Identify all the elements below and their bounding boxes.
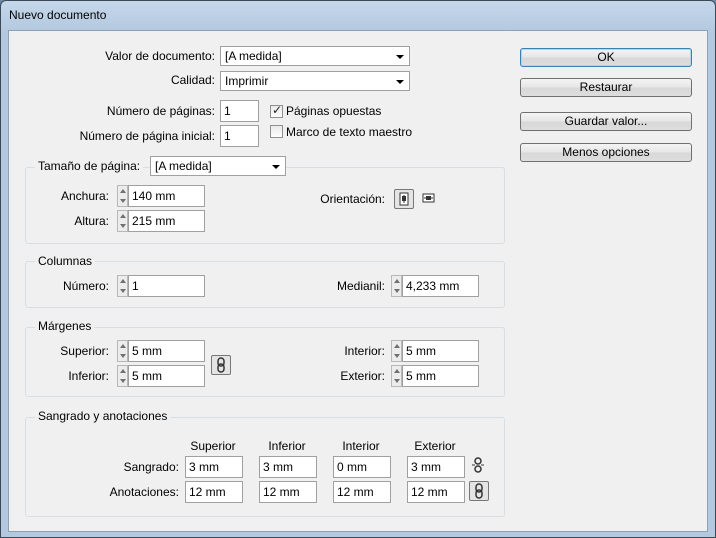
margin-top-stepper[interactable] bbox=[117, 340, 128, 362]
chain-link-icon[interactable] bbox=[469, 481, 489, 501]
facing-pages-checkbox[interactable]: ✓ bbox=[270, 103, 283, 118]
columns-number-stepper[interactable] bbox=[117, 275, 128, 297]
gutter-label: Medianil: bbox=[336, 279, 385, 293]
width-input[interactable]: 140 mm bbox=[128, 185, 205, 207]
bleed-top-value: 3 mm bbox=[189, 460, 219, 474]
margin-top-value: 5 mm bbox=[132, 344, 162, 358]
chevron-down-icon bbox=[272, 165, 280, 169]
margin-top-label: Superior: bbox=[60, 344, 109, 358]
columns-number-input[interactable]: 1 bbox=[128, 275, 205, 297]
document-preset-dropdown[interactable]: [A medida] bbox=[220, 46, 410, 66]
broken-chain-link-icon[interactable] bbox=[469, 456, 489, 476]
ok-button[interactable]: OK bbox=[520, 48, 692, 67]
bleed-header-outside: Exterior bbox=[414, 439, 456, 453]
slug-outside-input[interactable]: 12 mm bbox=[407, 481, 465, 503]
bleed-header-bottom: Inferior bbox=[268, 439, 306, 453]
bleed-slug-title: Sangrado y anotaciones bbox=[35, 408, 171, 424]
height-input[interactable]: 215 mm bbox=[128, 210, 205, 232]
intent-value: Imprimir bbox=[225, 74, 269, 88]
width-stepper[interactable] bbox=[117, 185, 128, 207]
save-preset-button[interactable]: Guardar valor... bbox=[520, 112, 692, 131]
height-value: 215 mm bbox=[132, 214, 176, 228]
page-size-dropdown[interactable]: [A medida] bbox=[150, 156, 286, 176]
document-preset-value: [A medida] bbox=[225, 49, 282, 63]
bleed-outside-value: 3 mm bbox=[411, 460, 441, 474]
master-text-frame-checkbox[interactable] bbox=[270, 125, 283, 138]
chevron-down-icon bbox=[396, 80, 404, 84]
chain-link-icon[interactable] bbox=[211, 355, 231, 375]
width-value: 140 mm bbox=[132, 189, 176, 203]
slug-bottom-input[interactable]: 12 mm bbox=[259, 481, 317, 503]
fewer-options-button[interactable]: Menos opciones bbox=[520, 143, 692, 162]
gutter-stepper[interactable] bbox=[391, 275, 402, 297]
bleed-top-input[interactable]: 3 mm bbox=[185, 456, 243, 478]
title-bar[interactable]: Nuevo documento bbox=[1, 1, 715, 29]
margin-inside-stepper[interactable] bbox=[391, 340, 402, 362]
orientation-label: Orientación: bbox=[320, 192, 385, 206]
bleed-bottom-value: 3 mm bbox=[263, 460, 293, 474]
new-document-dialog: Nuevo documento Valor de documento: [A m… bbox=[0, 0, 716, 538]
checkmark-icon: ✓ bbox=[272, 103, 283, 117]
pages-input[interactable]: 1 bbox=[220, 100, 259, 122]
gutter-value: 4,233 mm bbox=[406, 279, 460, 293]
bleed-inside-value: 0 mm bbox=[337, 460, 367, 474]
landscape-orientation-icon[interactable] bbox=[419, 189, 439, 209]
dialog-body: Valor de documento: [A medida] Calidad: … bbox=[8, 30, 708, 532]
bleed-label: Sangrado: bbox=[123, 460, 179, 474]
margin-inside-input[interactable]: 5 mm bbox=[402, 340, 479, 362]
margin-outside-label: Exterior: bbox=[340, 369, 385, 383]
start-page-label: Número de página inicial: bbox=[79, 129, 215, 143]
slug-bottom-value: 12 mm bbox=[263, 485, 300, 499]
margin-outside-stepper[interactable] bbox=[391, 365, 402, 387]
slug-inside-input[interactable]: 12 mm bbox=[333, 481, 391, 503]
bleed-header-top: Superior bbox=[190, 439, 236, 453]
margin-outside-value: 5 mm bbox=[406, 369, 436, 383]
window-title: Nuevo documento bbox=[9, 8, 107, 22]
start-page-value: 1 bbox=[224, 129, 231, 143]
reset-button[interactable]: Restaurar bbox=[520, 78, 692, 97]
gutter-input[interactable]: 4,233 mm bbox=[402, 275, 479, 297]
slug-outside-value: 12 mm bbox=[411, 485, 448, 499]
bleed-header-inside: Interior bbox=[342, 439, 380, 453]
margin-outside-input[interactable]: 5 mm bbox=[402, 365, 479, 387]
columns-number-value: 1 bbox=[132, 279, 139, 293]
margin-bottom-label: Inferior: bbox=[68, 369, 109, 383]
margin-inside-value: 5 mm bbox=[406, 344, 436, 358]
pages-value: 1 bbox=[224, 104, 231, 118]
intent-dropdown[interactable]: Imprimir bbox=[220, 71, 410, 91]
intent-label: Calidad: bbox=[170, 73, 215, 87]
margin-top-input[interactable]: 5 mm bbox=[128, 340, 205, 362]
chevron-down-icon bbox=[396, 55, 404, 59]
master-text-frame-label: Marco de texto maestro bbox=[286, 125, 413, 139]
margin-inside-label: Interior: bbox=[344, 344, 385, 358]
pages-label: Número de páginas: bbox=[106, 104, 215, 118]
bleed-bottom-input[interactable]: 3 mm bbox=[259, 456, 317, 478]
margin-bottom-value: 5 mm bbox=[132, 369, 162, 383]
height-label: Altura: bbox=[74, 214, 109, 228]
slug-top-value: 12 mm bbox=[189, 485, 226, 499]
bleed-outside-input[interactable]: 3 mm bbox=[407, 456, 465, 478]
columns-number-label: Número: bbox=[62, 279, 109, 293]
slug-inside-value: 12 mm bbox=[337, 485, 374, 499]
slug-top-input[interactable]: 12 mm bbox=[185, 481, 243, 503]
margin-bottom-stepper[interactable] bbox=[117, 365, 128, 387]
document-preset-label: Valor de documento: bbox=[105, 49, 215, 63]
height-stepper[interactable] bbox=[117, 210, 128, 232]
facing-pages-label: Páginas opuestas bbox=[286, 104, 382, 118]
page-size-label: Tamaño de página: bbox=[35, 158, 144, 174]
columns-title: Columnas bbox=[35, 253, 96, 269]
start-page-input[interactable]: 1 bbox=[220, 125, 259, 147]
width-label: Anchura: bbox=[60, 189, 109, 203]
page-size-value: [A medida] bbox=[155, 159, 212, 173]
slug-label: Anotaciones: bbox=[109, 485, 179, 499]
bleed-inside-input[interactable]: 0 mm bbox=[333, 456, 391, 478]
portrait-orientation-icon[interactable] bbox=[394, 189, 414, 209]
margins-title: Márgenes bbox=[35, 318, 95, 334]
margin-bottom-input[interactable]: 5 mm bbox=[128, 365, 205, 387]
